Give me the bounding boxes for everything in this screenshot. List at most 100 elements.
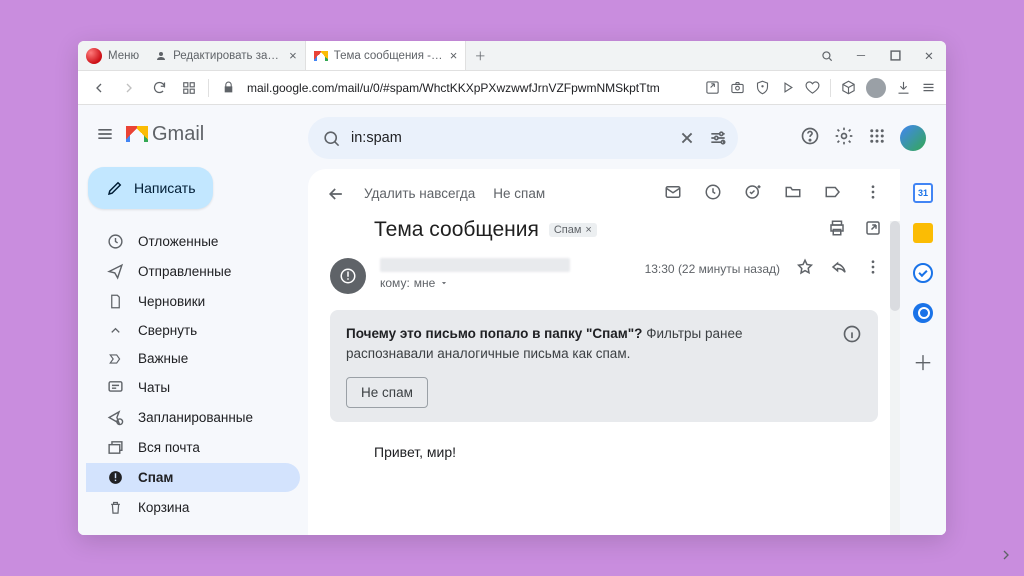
gmail-sidebar: Gmail Написать Отложенные Отправленные Ч… (78, 105, 308, 535)
info-icon[interactable] (842, 324, 862, 347)
browser-profile-avatar[interactable] (866, 78, 886, 98)
spam-icon (106, 469, 124, 486)
open-new-icon[interactable] (864, 219, 882, 242)
not-spam-button[interactable]: Не спам (493, 186, 545, 201)
heart-icon[interactable] (805, 80, 820, 95)
opera-icon (86, 48, 102, 64)
reply-icon[interactable] (830, 258, 848, 279)
more-icon[interactable] (864, 183, 882, 204)
message-toolbar: Удалить навсегда Не спам (308, 183, 900, 212)
sidebar-item-collapse[interactable]: Свернуть (86, 317, 300, 344)
chat-icon (106, 379, 124, 396)
search-box[interactable] (308, 117, 738, 159)
account-avatar[interactable] (900, 125, 926, 151)
back-button[interactable] (88, 80, 110, 96)
back-to-list-button[interactable] (326, 184, 346, 204)
stack-icon (106, 439, 124, 456)
send-icon (106, 263, 124, 280)
message-more-icon[interactable] (864, 258, 882, 279)
sender-avatar (330, 258, 366, 294)
sidebar-item-chats[interactable]: Чаты (86, 373, 300, 402)
recipient-line[interactable]: кому: мне (380, 276, 631, 290)
share-icon[interactable] (705, 80, 720, 95)
close-icon[interactable]: × (450, 48, 458, 63)
sidebar-item-drafts[interactable]: Черновики (86, 287, 300, 316)
opera-menu-label: Меню (108, 50, 139, 62)
lock-icon[interactable] (217, 81, 239, 94)
file-icon (106, 293, 124, 310)
gmail-logo[interactable]: Gmail (126, 123, 204, 146)
sidebar-item-snoozed[interactable]: Отложенные (86, 227, 300, 256)
opera-menu[interactable]: Меню (78, 41, 147, 70)
tab-title: Тема сообщения - mikim1 (334, 50, 444, 62)
tune-icon[interactable] (708, 128, 728, 148)
delete-forever-button[interactable]: Удалить навсегда (364, 186, 475, 201)
chevron-up-icon (106, 323, 124, 338)
gmail-main: Удалить навсегда Не спам Тема сообщен (308, 105, 946, 535)
move-to-icon[interactable] (784, 183, 802, 204)
easy-setup-icon[interactable] (921, 80, 936, 95)
shield-icon[interactable] (755, 80, 770, 95)
browser-toolbar: mail.google.com/mail/u/0/#spam/WhctKKXpP… (78, 71, 946, 105)
calendar-app-icon[interactable] (913, 183, 933, 203)
download-icon[interactable] (896, 80, 911, 95)
browser-tab-active[interactable]: Тема сообщения - mikim1 × (306, 41, 467, 70)
close-icon[interactable]: × (289, 48, 297, 63)
maximize-button[interactable] (878, 50, 912, 61)
clear-icon[interactable] (676, 127, 698, 149)
scrollbar-thumb[interactable] (890, 221, 900, 311)
banner-not-spam-button[interactable]: Не спам (346, 377, 428, 408)
pencil-icon (106, 179, 124, 197)
add-task-icon[interactable] (744, 183, 762, 204)
snapshot-icon[interactable] (730, 80, 745, 95)
message-body: Привет, мир! (308, 422, 900, 460)
mark-unread-icon[interactable] (664, 183, 682, 204)
important-icon (106, 352, 124, 366)
clock-icon (106, 233, 124, 250)
spam-banner: Почему это письмо попало в папку "Спам"?… (330, 310, 878, 422)
cube-icon[interactable] (841, 80, 856, 95)
sidebar-item-scheduled[interactable]: Запланированные (86, 403, 300, 432)
sidebar-item-important[interactable]: Важные (86, 345, 300, 372)
browser-window: Меню Редактировать запись "Li… × Тема со… (78, 41, 946, 535)
spam-chip[interactable]: Спам× (549, 223, 597, 237)
minimize-button[interactable]: ─ (844, 50, 878, 62)
tab-title: Редактировать запись "Li… (173, 50, 283, 62)
chevron-down-icon (439, 278, 449, 288)
new-tab-button[interactable]: ＋ (466, 41, 494, 70)
search-input[interactable] (351, 130, 666, 146)
label-icon[interactable] (824, 183, 842, 204)
sidebar-item-trash[interactable]: Корзина (86, 493, 300, 522)
compose-button[interactable]: Написать (88, 167, 213, 209)
help-icon[interactable] (800, 126, 820, 151)
compose-label: Написать (134, 180, 195, 196)
speed-dial-button[interactable] (178, 81, 200, 95)
star-icon[interactable] (796, 258, 814, 279)
sidebar-item-sent[interactable]: Отправленные (86, 257, 300, 286)
sidebar-item-allmail[interactable]: Вся почта (86, 433, 300, 462)
add-app-icon[interactable]: ＋ (913, 351, 933, 371)
print-icon[interactable] (828, 219, 846, 242)
tasks-app-icon[interactable] (913, 263, 933, 283)
snooze-icon[interactable] (704, 183, 722, 204)
browser-tab[interactable]: Редактировать запись "Li… × (147, 41, 306, 70)
reload-button[interactable] (148, 80, 170, 95)
trash-icon (106, 499, 124, 516)
gear-icon[interactable] (834, 126, 854, 151)
gmail-app: Gmail Написать Отложенные Отправленные Ч… (78, 105, 946, 535)
contacts-app-icon[interactable] (913, 303, 933, 323)
message-time: 13:30 (22 минуты назад) (645, 262, 780, 276)
spam-banner-question: Почему это письмо попало в папку "Спам"? (346, 326, 642, 341)
message-panel: Удалить навсегда Не спам Тема сообщен (308, 169, 900, 535)
address-bar[interactable]: mail.google.com/mail/u/0/#spam/WhctKKXpP… (247, 81, 697, 95)
forward-button[interactable] (118, 80, 140, 96)
close-window-button[interactable]: ✕ (912, 49, 946, 63)
keep-app-icon[interactable] (913, 223, 933, 243)
gmail-m-icon (126, 126, 148, 142)
menu-icon[interactable] (92, 121, 118, 147)
sidebar-item-spam[interactable]: Спам (86, 463, 300, 492)
apps-grid-icon[interactable] (868, 127, 886, 150)
play-icon[interactable] (780, 80, 795, 95)
search-tabs-button[interactable] (810, 49, 844, 63)
chip-close-icon[interactable]: × (585, 224, 591, 236)
